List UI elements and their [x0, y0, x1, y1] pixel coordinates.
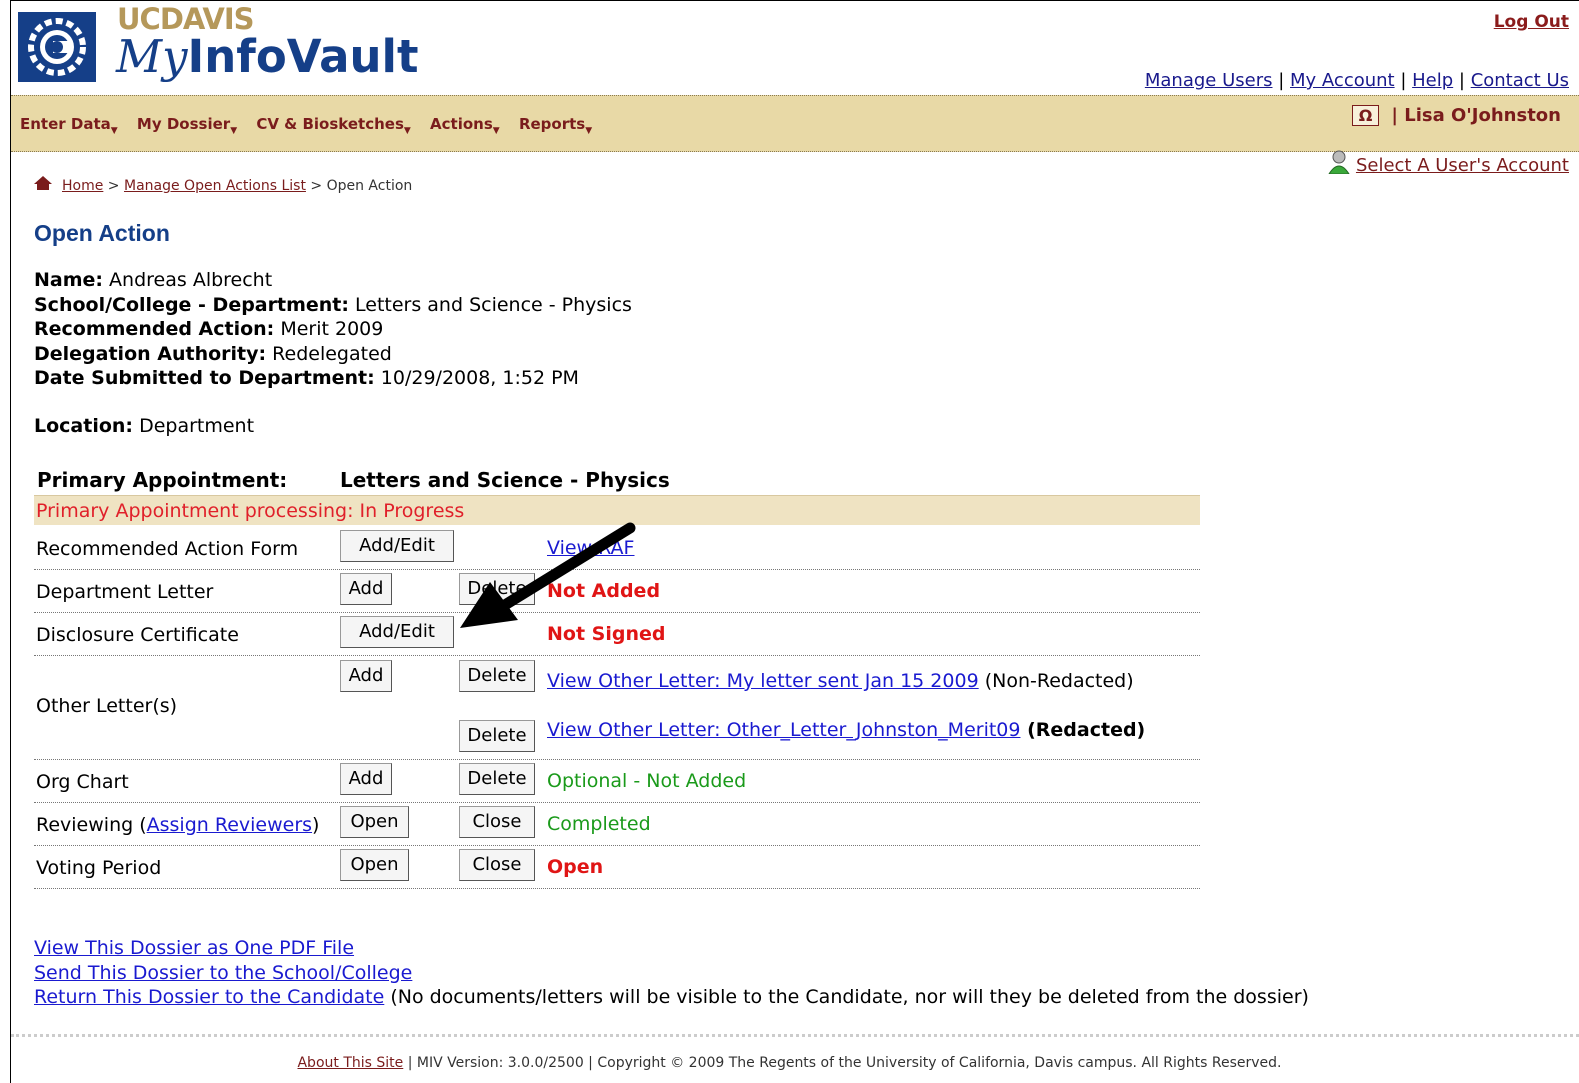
breadcrumb-separator: > — [103, 178, 124, 194]
voting-status: Open — [547, 856, 604, 878]
manage-users-link[interactable]: Manage Users — [1145, 70, 1273, 91]
reviewing-close-button[interactable]: Close — [459, 806, 535, 838]
my-account-link[interactable]: My Account — [1290, 70, 1395, 91]
raf-add-edit-button[interactable]: Add/Edit — [340, 530, 454, 562]
row-label: Voting Period — [36, 857, 162, 879]
footer: About This Site | MIV Version: 3.0.0/250… — [0, 1055, 1579, 1071]
menu-label: Actions — [430, 115, 493, 133]
user-name: Lisa O'Johnston — [1404, 105, 1561, 126]
row-label: Reviewing (Assign Reviewers) — [36, 814, 320, 836]
breadcrumb-home[interactable]: Home — [62, 178, 103, 194]
row-label: Other Letter(s) — [36, 695, 178, 717]
home-icon — [34, 176, 52, 190]
voting-open-button[interactable]: Open — [340, 849, 409, 881]
footer-divider — [11, 1034, 1579, 1037]
info-action: Recommended Action: Merit 2009 — [34, 318, 384, 340]
menu-label: Reports — [518, 115, 586, 133]
org-chart-status: Optional - Not Added — [547, 770, 747, 792]
info-school: School/College - Department: Letters and… — [34, 293, 632, 316]
logout-link[interactable]: Log Out — [1494, 12, 1569, 32]
primary-appointment-label: Primary Appointment: — [37, 468, 288, 492]
myinfovault-logo[interactable]: MyInfoVault — [116, 32, 418, 82]
about-site-link[interactable]: About This Site — [297, 1055, 403, 1071]
other-letter-item: View Other Letter: My letter sent Jan 15… — [547, 670, 1134, 692]
select-account: Select A User's Account — [1328, 150, 1569, 176]
help-link[interactable]: Help — [1412, 70, 1453, 91]
return-to-candidate-link[interactable]: Return This Dossier to the Candidate — [34, 986, 384, 1008]
logo-my: My — [116, 30, 188, 83]
table-row: Reviewing (Assign Reviewers) Open Close … — [34, 802, 1200, 846]
table-row: Voting Period Open Close Open — [34, 845, 1200, 889]
table-row: Org Chart Add Delete Optional - Not Adde… — [34, 759, 1200, 803]
row-label: Recommended Action Form — [36, 538, 299, 560]
action-info: Name: Andreas Albrecht School/College - … — [34, 268, 632, 391]
other-letter-delete-button[interactable]: Delete — [459, 720, 535, 752]
caret-down-icon: ▼ — [403, 126, 411, 136]
page-title: Open Action — [34, 220, 170, 246]
row-label: Disclosure Certificate — [36, 624, 239, 646]
other-letter-item: View Other Letter: Other_Letter_Johnston… — [547, 719, 1145, 741]
assign-reviewers-link[interactable]: Assign Reviewers — [147, 814, 312, 836]
redaction-note: (Redacted) — [1020, 719, 1146, 741]
main-menu: Enter Data▼ My Dossier▼ CV & Biosketches… — [20, 115, 606, 136]
user-icon — [1328, 150, 1351, 175]
menu-label: CV & Biosketches — [256, 115, 404, 133]
special-characters-button[interactable]: Ω — [1351, 105, 1380, 126]
primary-appointment-value: Letters and Science - Physics — [340, 468, 670, 492]
other-letter-delete-button[interactable]: Delete — [459, 660, 535, 692]
breadcrumb-current: Open Action — [326, 178, 413, 194]
dossier-actions: View This Dossier as One PDF File Send T… — [34, 936, 1309, 1010]
view-other-letter-link[interactable]: View Other Letter: My letter sent Jan 15… — [547, 670, 979, 692]
annotation-arrow-icon — [460, 522, 636, 628]
top-links: Manage Users | My Account | Help | Conta… — [1144, 70, 1569, 91]
menu-label: My Dossier — [136, 115, 231, 133]
reviewing-status: Completed — [547, 813, 651, 835]
breadcrumb: Home > Manage Open Actions List > Open A… — [34, 176, 412, 194]
reviewing-open-button[interactable]: Open — [340, 806, 409, 838]
row-label: Department Letter — [36, 581, 214, 603]
info-delegation: Delegation Authority: Redelegated — [34, 342, 392, 365]
row-label: Org Chart — [36, 771, 129, 793]
ucdavis-gear-logo-icon — [18, 12, 96, 82]
footer-text: | MIV Version: 3.0.0/2500 | Copyright © … — [403, 1055, 1282, 1071]
select-account-link[interactable]: Select A User's Account — [1356, 155, 1569, 176]
org-chart-delete-button[interactable]: Delete — [459, 763, 535, 795]
separator: | — [1391, 105, 1405, 126]
contact-us-link[interactable]: Contact Us — [1471, 70, 1569, 91]
menu-enter-data[interactable]: Enter Data▼ — [20, 115, 118, 136]
view-other-letter-link[interactable]: View Other Letter: Other_Letter_Johnston… — [547, 719, 1020, 741]
dept-letter-add-button[interactable]: Add — [340, 573, 392, 605]
caret-down-icon: ▼ — [110, 126, 118, 136]
info-date: Date Submitted to Department: 10/29/2008… — [34, 367, 579, 389]
logo-infovault: InfoVault — [187, 30, 419, 83]
menu-actions[interactable]: Actions▼ — [430, 115, 500, 136]
caret-down-icon: ▼ — [230, 126, 238, 136]
menu-label: Enter Data — [20, 115, 111, 133]
other-letter-add-button[interactable]: Add — [340, 660, 392, 692]
menu-cv-biosketches[interactable]: CV & Biosketches▼ — [256, 115, 411, 136]
caret-down-icon: ▼ — [492, 126, 500, 136]
view-pdf-link[interactable]: View This Dossier as One PDF File — [34, 937, 354, 959]
info-location: Location: Department — [34, 415, 255, 437]
redaction-note: (Non-Redacted) — [978, 670, 1134, 692]
breadcrumb-separator: > — [305, 178, 327, 194]
user-box: Ω | Lisa O'Johnston — [1351, 105, 1561, 126]
send-to-school-link[interactable]: Send This Dossier to the School/College — [34, 962, 412, 984]
caret-down-icon: ▼ — [585, 126, 593, 136]
return-note: (No documents/letters will be visible to… — [384, 986, 1309, 1008]
breadcrumb-manage-open-actions[interactable]: Manage Open Actions List — [124, 178, 306, 194]
voting-close-button[interactable]: Close — [459, 849, 535, 881]
info-name: Name: Andreas Albrecht — [34, 269, 273, 291]
menu-my-dossier[interactable]: My Dossier▼ — [136, 115, 238, 136]
table-row: Other Letter(s) Add Delete View Other Le… — [34, 655, 1200, 760]
disclosure-add-edit-button[interactable]: Add/Edit — [340, 616, 454, 648]
menu-reports[interactable]: Reports▼ — [518, 115, 593, 136]
org-chart-add-button[interactable]: Add — [340, 763, 392, 795]
